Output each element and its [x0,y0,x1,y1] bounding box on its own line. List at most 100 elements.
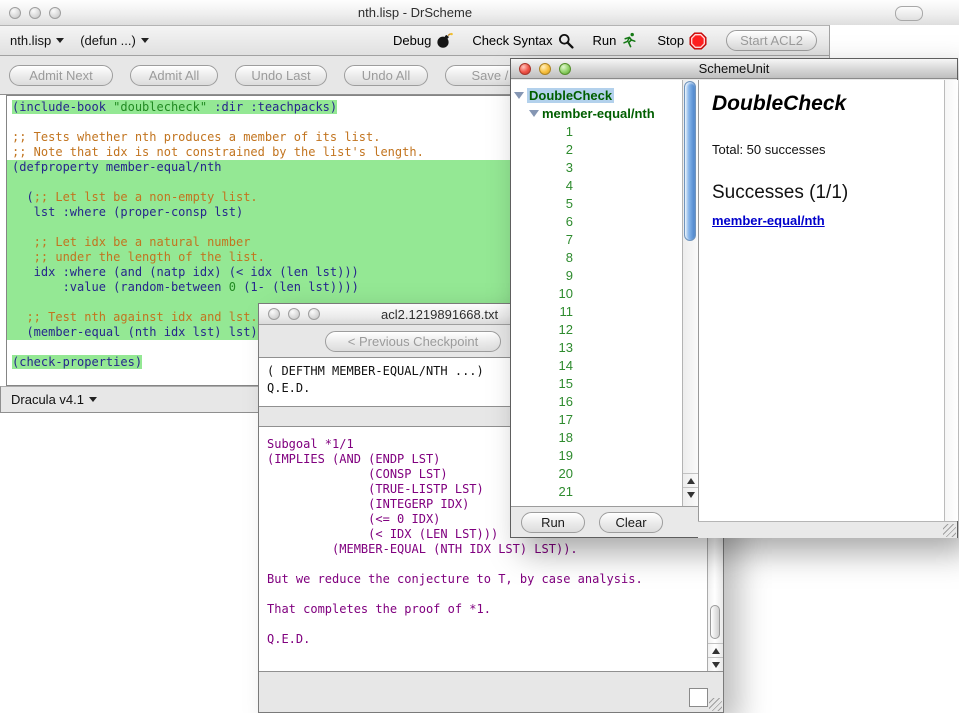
zoom-button[interactable] [308,308,320,320]
tree-case-item[interactable]: 19 [511,446,682,464]
tree-case-item[interactable]: 10 [511,284,682,302]
tree-case-item[interactable]: 18 [511,428,682,446]
clear-button[interactable]: Clear [599,512,663,533]
tree-case-item[interactable]: 7 [511,230,682,248]
proof-line [267,617,723,632]
toolbar-toggle-button[interactable] [895,6,923,21]
tree-case-item[interactable]: 14 [511,356,682,374]
results-panel: DoubleCheck Total: 50 successes Successe… [698,80,944,521]
run-button[interactable]: Run [593,32,639,49]
proof-line: But we reduce the conjecture to T, by ca… [267,572,723,587]
tree-case-item[interactable]: 20 [511,464,682,482]
window-controls [9,7,69,19]
arrow-up-icon [712,648,720,654]
arrow-up-icon [687,478,695,484]
tree-case-item[interactable]: 3 [511,158,682,176]
previous-checkpoint-button[interactable]: < Previous Checkpoint [325,331,501,352]
proof-line: (MEMBER-EQUAL (NTH IDX LST) LST)). [267,542,723,557]
window-title: nth.lisp - DrScheme [358,5,472,20]
admit-next-button[interactable]: Admit Next [9,65,113,86]
scroll-down-button[interactable] [708,657,723,671]
schemeunit-window: SchemeUnit DoubleCheck member-equal/nth … [510,58,958,538]
lock-scroll-checkbox[interactable] [689,688,708,707]
dracula-version-dropdown[interactable]: Dracula v4.1 [11,392,97,407]
search-icon [558,33,574,49]
stop-sign-icon [689,32,707,50]
runner-icon [621,32,638,49]
close-button[interactable] [9,7,21,19]
disclosure-triangle-icon[interactable] [529,110,539,117]
scrollbar-arrows [683,473,698,501]
chevron-down-icon [89,397,97,402]
acl2-bottom-bar [259,672,723,712]
file-dropdown[interactable]: nth.lisp [10,33,64,48]
results-total: Total: 50 successes [712,142,825,157]
defun-dropdown[interactable]: (defun ...) [80,33,149,48]
scrollbar-arrows [708,643,723,671]
tree-case-item[interactable]: 12 [511,320,682,338]
close-button[interactable] [519,63,531,75]
bomb-icon [436,32,453,49]
tree-case-item[interactable]: 5 [511,194,682,212]
disclosure-triangle-icon[interactable] [514,92,524,99]
tree-case-item[interactable]: 13 [511,338,682,356]
successes-heading: Successes (1/1) [712,182,848,204]
results-scrollbar[interactable] [944,80,958,521]
window-title: SchemeUnit [699,61,770,76]
admit-all-button[interactable]: Admit All [130,65,218,86]
resize-grip-icon[interactable] [943,524,956,537]
run-tests-button[interactable]: Run [521,512,585,533]
scroll-up-button[interactable] [708,643,723,657]
zoom-button[interactable] [559,63,571,75]
tree-item-doublecheck[interactable]: DoubleCheck [511,86,682,104]
tree-case-item[interactable]: 8 [511,248,682,266]
tree-case-item[interactable]: 21 [511,482,682,500]
drscheme-titlebar[interactable]: nth.lisp - DrScheme [0,0,959,25]
results-heading: DoubleCheck [712,92,846,116]
chevron-down-icon [56,38,64,43]
tree-case-item[interactable]: 16 [511,392,682,410]
start-acl2-button[interactable]: Start ACL2 [726,30,817,51]
proof-line [267,587,723,602]
minimize-button[interactable] [29,7,41,19]
undo-last-button[interactable]: Undo Last [235,65,327,86]
window-title: acl2.1219891668.txt [381,307,498,322]
schemeunit-titlebar[interactable]: SchemeUnit [511,59,957,79]
scroll-up-button[interactable] [683,473,698,487]
close-button[interactable] [268,308,280,320]
resize-grip-icon[interactable] [709,698,722,711]
chevron-down-icon [141,38,149,43]
tree-case-item[interactable]: 9 [511,266,682,284]
minimize-button[interactable] [539,63,551,75]
proof-line: Q.E.D. [267,632,723,647]
proof-line: That completes the proof of *1. [267,602,723,617]
check-syntax-button[interactable]: Check Syntax [472,33,573,49]
schemeunit-bottom-bar [698,521,957,538]
arrow-down-icon [712,662,720,668]
tree-scrollbar[interactable] [682,80,698,506]
member-equal-nth-link[interactable]: member-equal/nth [712,213,825,228]
stop-button[interactable]: Stop [657,32,707,50]
tree-item-member-equal-nth[interactable]: member-equal/nth [511,104,682,122]
window-controls [268,308,328,320]
tree-cases: 123456789101112131415161718192021 [511,122,682,500]
scroll-down-button[interactable] [683,487,698,501]
debug-button[interactable]: Debug [393,32,453,49]
tree-case-item[interactable]: 4 [511,176,682,194]
test-tree-panel[interactable]: DoubleCheck member-equal/nth 12345678910… [511,80,682,506]
tree-item-label: member-equal/nth [542,106,655,121]
tree-case-item[interactable]: 11 [511,302,682,320]
tree-case-item[interactable]: 17 [511,410,682,428]
zoom-button[interactable] [49,7,61,19]
tree-case-item[interactable]: 15 [511,374,682,392]
scrollbar-thumb[interactable] [684,81,696,241]
undo-all-button[interactable]: Undo All [344,65,428,86]
arrow-down-icon [687,492,695,498]
scrollbar-thumb[interactable] [710,605,720,639]
tree-case-item[interactable]: 1 [511,122,682,140]
proof-line [267,557,723,572]
tree-case-item[interactable]: 6 [511,212,682,230]
tree-case-item[interactable]: 2 [511,140,682,158]
minimize-button[interactable] [288,308,300,320]
drscheme-toolbar: nth.lisp (defun ...) Debug Check Syntax … [0,25,830,56]
